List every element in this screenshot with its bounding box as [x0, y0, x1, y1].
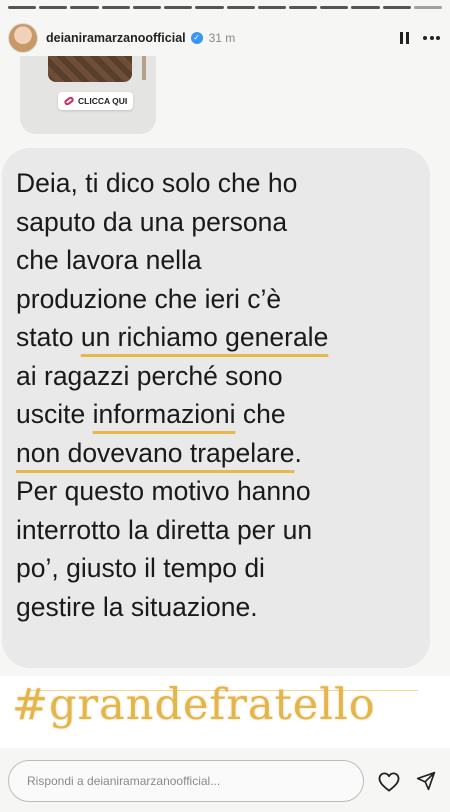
message-text: Deia, ti dico solo che ho saputo da una … [16, 164, 420, 626]
highlighted-phrase: informazioni [92, 399, 236, 429]
message-fragment: stato [16, 322, 81, 352]
message-line: po’, giusto il tempo di [16, 553, 265, 583]
highlighted-phrase: non dovevano trapelare [16, 437, 295, 468]
heart-icon[interactable] [378, 772, 400, 792]
message-line-highlighted: uscite informazioni che [16, 395, 420, 434]
message-line: che lavora nella [16, 245, 202, 275]
message-line: Deia, ti dico solo che ho [16, 168, 298, 198]
pause-icon[interactable] [400, 32, 409, 44]
message-line-highlighted: stato un richiamo generale [16, 318, 420, 357]
reply-input[interactable]: Rispondi a deianiramarzanoofficial... [8, 760, 364, 802]
link-label: CLICCA QUI [78, 96, 128, 106]
progress-segment [257, 6, 286, 9]
product-sticker[interactable]: CLICCA QUI [20, 56, 156, 134]
avatar[interactable] [8, 23, 38, 53]
message-line: saputo da una persona [16, 206, 288, 237]
progress-segment [320, 6, 349, 9]
progress-segment [226, 6, 255, 9]
progress-segment [164, 6, 193, 9]
message-fragment: che [235, 399, 286, 429]
link-sticker-button[interactable]: CLICCA QUI [58, 92, 134, 110]
message-line: interrotto la diretta per un [16, 514, 313, 545]
username[interactable]: deianiramarzanoofficial [46, 31, 186, 45]
progress-segment [382, 6, 411, 9]
message-line: gestire la situazione. [16, 591, 258, 622]
progress-segment [288, 6, 318, 9]
progress-segment [8, 6, 37, 9]
message-line: produzione che ieri c’è [16, 283, 282, 314]
hashtag-sticker[interactable]: #grandefratello [12, 680, 376, 730]
verified-badge-icon: ✓ [190, 32, 203, 44]
message-fragment: uscite [16, 399, 93, 429]
story-header: deianiramarzanoofficial ✓ 31 m [8, 20, 440, 56]
progress-segment [351, 6, 380, 9]
bag-image [48, 56, 132, 82]
bag-handle [142, 56, 146, 80]
story-progress-bar [8, 6, 443, 9]
highlighted-phrase: un richiamo generale [80, 322, 329, 352]
link-icon [63, 95, 75, 107]
progress-segment [39, 6, 68, 9]
timestamp: 31 m [208, 31, 236, 45]
message-line: Per questo motivo hanno [16, 476, 311, 506]
reply-placeholder: Rispondi a deianiramarzanoofficial... [27, 774, 221, 788]
more-options-icon[interactable] [423, 36, 440, 40]
message-fragment: . [294, 437, 302, 468]
progress-segment [132, 6, 162, 9]
message-bubble: Deia, ti dico solo che ho saputo da una … [2, 148, 430, 668]
send-icon[interactable] [416, 771, 436, 791]
message-line-highlighted: non dovevano trapelare. [16, 434, 420, 473]
progress-segment [195, 6, 224, 9]
message-line: ai ragazzi perché sono [16, 360, 283, 391]
progress-segment [413, 6, 443, 9]
progress-segment [70, 6, 99, 9]
progress-segment [101, 6, 130, 9]
